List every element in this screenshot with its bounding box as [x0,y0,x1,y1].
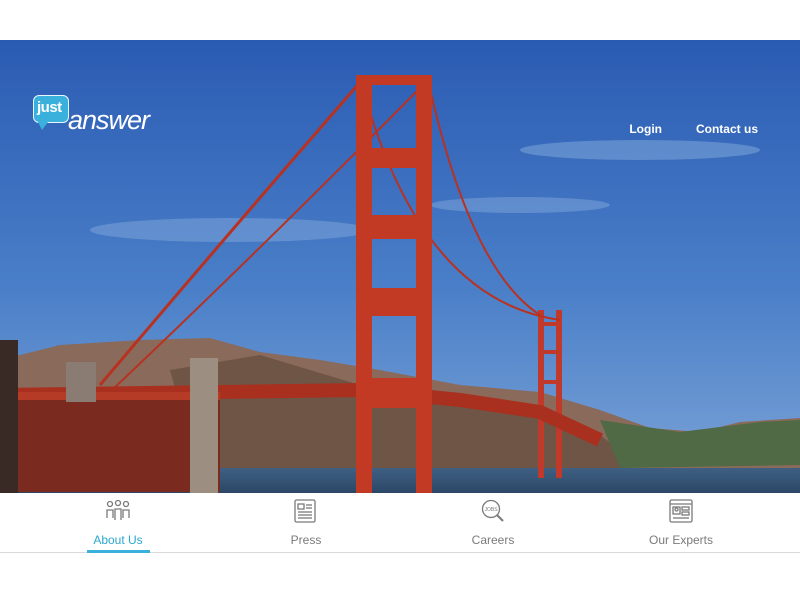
login-link[interactable]: Login [629,122,662,136]
tab-press[interactable]: Press [206,493,406,553]
tab-our-experts[interactable]: Our Experts [581,493,781,553]
page: just answer Login Contact us About Us Pr… [0,0,800,600]
tab-careers-label: Careers [471,533,515,547]
logo-text-just: just [37,99,62,116]
tab-about-us-label: About Us [93,533,143,547]
tab-our-experts-label: Our Experts [648,533,714,547]
hero-banner: just answer Login Contact us [0,40,800,493]
people-icon [106,499,130,520]
logo-text-answer: answer [68,105,150,135]
justanswer-logo[interactable]: just answer [33,95,163,137]
tab-careers[interactable]: JOBS Careers [393,493,593,553]
expert-profile-icon [669,499,693,523]
tab-about-us[interactable]: About Us [18,493,218,553]
tab-press-label: Press [290,533,322,547]
svg-text:JOBS: JOBS [484,507,498,513]
jobs-search-icon: JOBS [481,499,504,522]
section-tabs: About Us Press JOBS Careers Our Experts [0,493,800,553]
newspaper-icon [294,499,316,523]
active-tab-underline [87,550,150,553]
contact-us-link[interactable]: Contact us [696,122,758,136]
